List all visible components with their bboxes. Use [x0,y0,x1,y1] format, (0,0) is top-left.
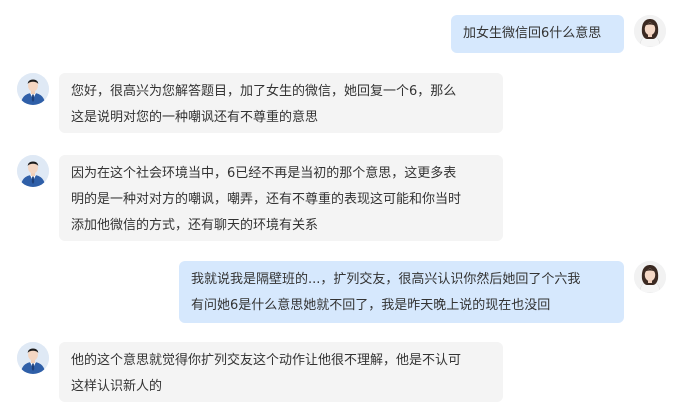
male-avatar-icon [17,73,49,105]
male-avatar-icon [17,342,49,374]
message-bubble-expert: 因为在这个社会环境当中，6已经不再是当初的那个意思，这更多表 明的是一种对对方的… [59,155,503,241]
message-bubble-user: 加女生微信回6什么意思 [451,15,624,53]
message-bubble-expert: 您好，很高兴为您解答题目，加了女生的微信，她回复一个6，那么 这是说明对您的一种… [59,73,503,133]
expert-avatar[interactable] [17,73,49,105]
user-avatar[interactable] [634,15,666,47]
chat-thread: 加女生微信回6什么意思 您好，很高兴为您解答题目，加了女生的微信，她回复一个6，… [0,0,692,406]
expert-avatar[interactable] [17,342,49,374]
male-avatar-icon [17,155,49,187]
female-avatar-icon [634,261,666,293]
message-bubble-expert: 他的这个意思就觉得你扩列交友这个动作让他很不理解，他是不认可 这样认识新人的 [59,342,503,402]
expert-avatar[interactable] [17,155,49,187]
message-bubble-user: 我就说我是隔壁班的...，扩列交友，很高兴认识你然后她回了个六我 有问她6是什么… [179,261,624,323]
user-avatar[interactable] [634,261,666,293]
female-avatar-icon [634,15,666,47]
